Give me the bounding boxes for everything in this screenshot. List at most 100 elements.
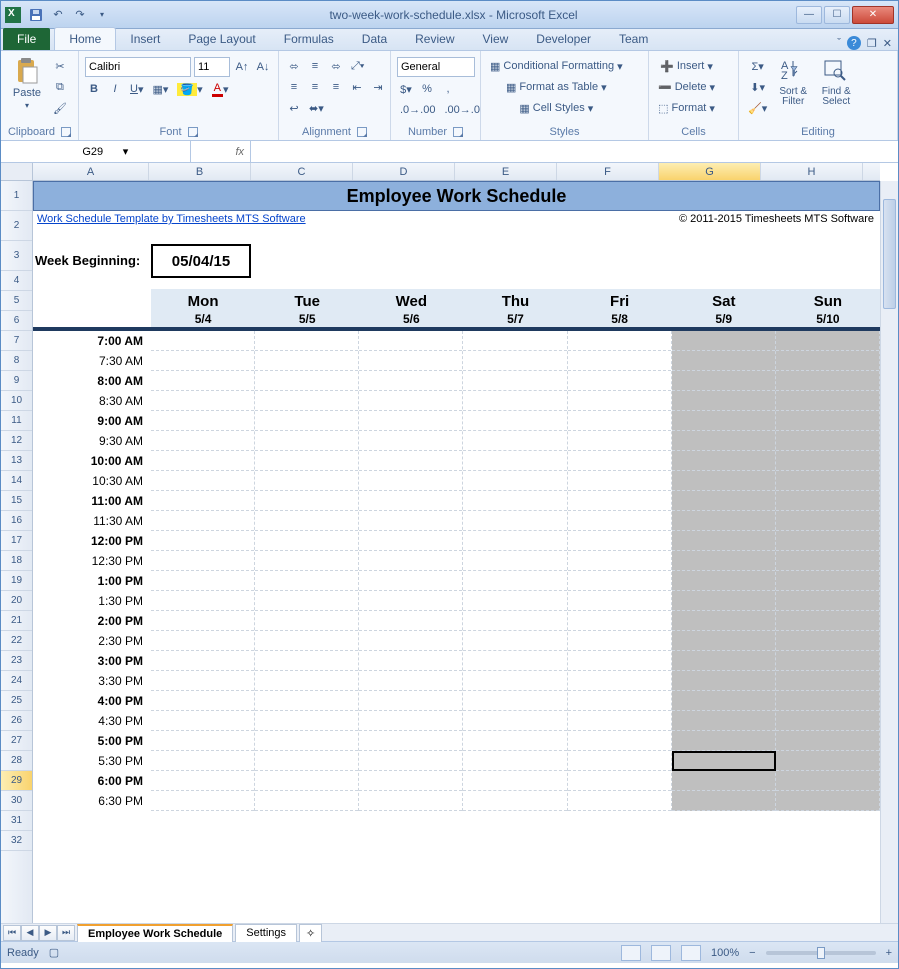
schedule-cell[interactable] xyxy=(776,471,879,491)
file-tab[interactable]: File xyxy=(3,28,50,50)
align-center-icon[interactable]: ≡ xyxy=(306,78,324,96)
schedule-cell[interactable] xyxy=(255,671,358,691)
schedule-cell[interactable] xyxy=(776,531,879,551)
row-header-20[interactable]: 20 xyxy=(1,591,32,611)
schedule-cell[interactable] xyxy=(151,371,254,391)
minimize-button[interactable]: — xyxy=(796,6,822,24)
schedule-cell[interactable] xyxy=(776,351,879,371)
cells-grid[interactable]: Employee Work Schedule Work Schedule Tem… xyxy=(33,181,880,923)
tab-nav-last-icon[interactable]: ⏭ xyxy=(57,925,75,941)
schedule-cell[interactable] xyxy=(776,631,879,651)
schedule-cell[interactable] xyxy=(151,531,254,551)
schedule-cell[interactable] xyxy=(776,371,879,391)
formula-input[interactable] xyxy=(251,141,898,162)
schedule-cell[interactable] xyxy=(776,431,879,451)
row-header-3[interactable]: 3 xyxy=(1,241,32,271)
schedule-cell[interactable] xyxy=(672,671,775,691)
schedule-cell[interactable] xyxy=(359,451,462,471)
schedule-cell[interactable] xyxy=(672,571,775,591)
row-header-17[interactable]: 17 xyxy=(1,531,32,551)
row-header-2[interactable]: 2 xyxy=(1,211,32,241)
zoom-out-button[interactable]: − xyxy=(749,947,755,959)
clipboard-launcher-icon[interactable] xyxy=(61,127,71,137)
row-header-15[interactable]: 15 xyxy=(1,491,32,511)
column-headers[interactable]: ABCDEFGH xyxy=(33,163,880,181)
schedule-cell[interactable] xyxy=(776,671,879,691)
schedule-cell[interactable] xyxy=(359,411,462,431)
schedule-cell[interactable] xyxy=(359,611,462,631)
autosum-icon[interactable]: Σ▾ xyxy=(745,57,770,75)
schedule-cell[interactable] xyxy=(776,571,879,591)
cut-icon[interactable]: ✂ xyxy=(50,57,70,75)
row-header-31[interactable]: 31 xyxy=(1,811,32,831)
day-column-fri[interactable] xyxy=(568,331,672,811)
tab-view[interactable]: View xyxy=(469,28,523,50)
maximize-button[interactable]: ☐ xyxy=(824,6,850,24)
schedule-cell[interactable] xyxy=(568,331,671,351)
row-headers[interactable]: 1234567891011121314151617181920212223242… xyxy=(1,181,33,923)
format-cells-button[interactable]: ⬚ Format ▾ xyxy=(655,99,718,117)
schedule-cell[interactable] xyxy=(463,631,566,651)
schedule-cell[interactable] xyxy=(568,691,671,711)
row-header-22[interactable]: 22 xyxy=(1,631,32,651)
schedule-cell[interactable] xyxy=(359,711,462,731)
schedule-cell[interactable] xyxy=(776,511,879,531)
schedule-cell[interactable] xyxy=(463,791,566,811)
schedule-cell[interactable] xyxy=(776,751,879,771)
day-column-wed[interactable] xyxy=(359,331,463,811)
number-launcher-icon[interactable] xyxy=(453,127,463,137)
schedule-cell[interactable] xyxy=(568,771,671,791)
increase-decimal-icon[interactable]: .0→.00 xyxy=(397,101,438,119)
schedule-cell[interactable] xyxy=(463,331,566,351)
vertical-scrollbar[interactable] xyxy=(880,181,898,923)
schedule-cell[interactable] xyxy=(463,711,566,731)
schedule-cell[interactable] xyxy=(776,691,879,711)
schedule-cell[interactable] xyxy=(463,751,566,771)
comma-format-icon[interactable]: , xyxy=(439,80,457,98)
schedule-cell[interactable] xyxy=(776,391,879,411)
schedule-cell[interactable] xyxy=(672,451,775,471)
alignment-launcher-icon[interactable] xyxy=(357,127,367,137)
tab-developer[interactable]: Developer xyxy=(522,28,605,50)
schedule-cell[interactable] xyxy=(672,711,775,731)
schedule-cell[interactable] xyxy=(151,631,254,651)
schedule-cell[interactable] xyxy=(463,511,566,531)
col-header-B[interactable]: B xyxy=(149,163,251,180)
grow-font-icon[interactable]: A↑ xyxy=(233,58,251,76)
schedule-cell[interactable] xyxy=(255,791,358,811)
col-header-F[interactable]: F xyxy=(557,163,659,180)
day-column-sat[interactable] xyxy=(672,331,776,811)
schedule-cell[interactable] xyxy=(776,551,879,571)
schedule-cell[interactable] xyxy=(776,791,879,811)
fx-icon[interactable]: fx xyxy=(191,141,251,162)
schedule-cell[interactable] xyxy=(255,431,358,451)
schedule-cell[interactable] xyxy=(255,771,358,791)
row-header-9[interactable]: 9 xyxy=(1,371,32,391)
font-launcher-icon[interactable] xyxy=(188,127,198,137)
schedule-cell[interactable] xyxy=(463,531,566,551)
row-header-10[interactable]: 10 xyxy=(1,391,32,411)
delete-cells-button[interactable]: ➖ Delete ▾ xyxy=(655,78,718,96)
schedule-cell[interactable] xyxy=(151,651,254,671)
schedule-cell[interactable] xyxy=(255,391,358,411)
schedule-cell[interactable] xyxy=(776,591,879,611)
schedule-cell[interactable] xyxy=(568,511,671,531)
tab-nav-first-icon[interactable]: ⏮ xyxy=(3,925,21,941)
schedule-cell[interactable] xyxy=(776,411,879,431)
schedule-cell[interactable] xyxy=(463,551,566,571)
accounting-format-icon[interactable]: $▾ xyxy=(397,80,415,98)
schedule-cell[interactable] xyxy=(151,431,254,451)
conditional-formatting-button[interactable]: ▦ Conditional Formatting ▾ xyxy=(487,57,626,75)
schedule-cell[interactable] xyxy=(672,611,775,631)
schedule-cell[interactable] xyxy=(151,731,254,751)
wrap-text-icon[interactable]: ↩ xyxy=(285,99,303,117)
row-header-7[interactable]: 7 xyxy=(1,331,32,351)
schedule-cell[interactable] xyxy=(463,571,566,591)
align-left-icon[interactable]: ≡ xyxy=(285,78,303,96)
schedule-cell[interactable] xyxy=(255,331,358,351)
find-select-button[interactable]: Find & Select xyxy=(816,53,856,107)
schedule-cell[interactable] xyxy=(255,531,358,551)
paste-button[interactable]: Paste▾ xyxy=(7,53,47,110)
orientation-icon[interactable]: ⤢▾ xyxy=(348,57,367,75)
col-header-D[interactable]: D xyxy=(353,163,455,180)
